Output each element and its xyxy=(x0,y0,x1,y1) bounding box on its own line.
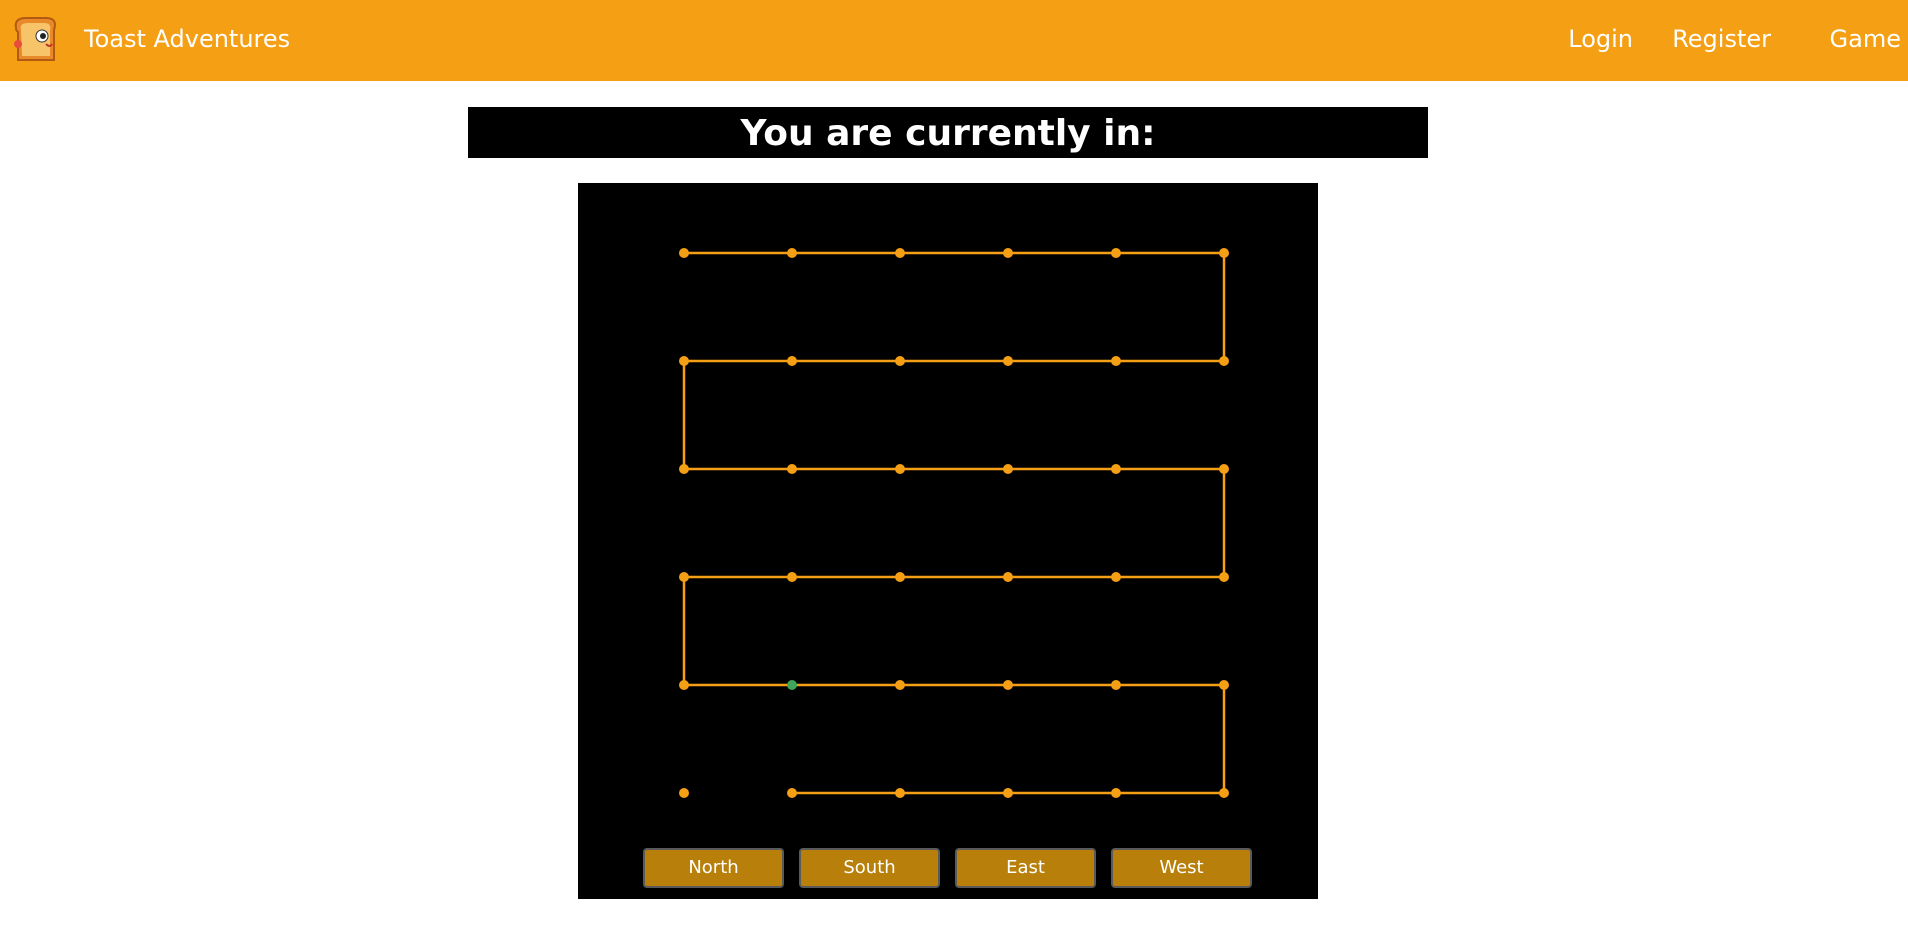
map-node xyxy=(1111,788,1121,798)
map-path xyxy=(682,251,1226,795)
map-node xyxy=(1219,572,1229,582)
map-node xyxy=(1003,680,1013,690)
map-node xyxy=(1003,788,1013,798)
map-node xyxy=(1111,464,1121,474)
south-button[interactable]: South xyxy=(799,848,940,888)
map-node xyxy=(895,788,905,798)
north-button[interactable]: North xyxy=(643,848,784,888)
map-node xyxy=(895,248,905,258)
map-node xyxy=(1219,680,1229,690)
map-node xyxy=(1003,356,1013,366)
game-map xyxy=(679,248,1229,798)
nav-login-link[interactable]: Login xyxy=(1568,23,1633,55)
direction-controls: North South East West xyxy=(643,848,1253,888)
map-node xyxy=(895,356,905,366)
map-node xyxy=(787,572,797,582)
map-node xyxy=(679,248,689,258)
navbar: Toast Adventures Login Register Game xyxy=(0,0,1908,81)
game-panel: North South East West xyxy=(578,183,1318,899)
map-node xyxy=(679,572,689,582)
map-node xyxy=(787,248,797,258)
map-node xyxy=(679,680,689,690)
map-node xyxy=(1111,356,1121,366)
map-node xyxy=(1219,248,1229,258)
map-node xyxy=(895,464,905,474)
map-node xyxy=(895,680,905,690)
map-node xyxy=(1003,248,1013,258)
nav-links: Login Register Game xyxy=(1208,23,1908,55)
west-button[interactable]: West xyxy=(1111,848,1252,888)
map-node xyxy=(1111,572,1121,582)
map-node xyxy=(1003,464,1013,474)
map-node xyxy=(895,572,905,582)
map-node xyxy=(1219,356,1229,366)
nav-game-link[interactable]: Game xyxy=(1830,23,1901,55)
map-node xyxy=(679,788,689,798)
map-node xyxy=(1219,464,1229,474)
map-node xyxy=(1111,248,1121,258)
map-node xyxy=(679,464,689,474)
map-node xyxy=(1219,788,1229,798)
location-heading: You are currently in: xyxy=(468,107,1428,158)
map-node xyxy=(787,464,797,474)
east-button[interactable]: East xyxy=(955,848,1096,888)
current-location-node xyxy=(787,680,797,690)
brand-link[interactable]: Toast Adventures xyxy=(84,23,290,55)
map-node xyxy=(1111,680,1121,690)
toast-logo-icon[interactable] xyxy=(10,14,60,64)
map-node xyxy=(787,788,797,798)
map-node xyxy=(1003,572,1013,582)
nav-register-link[interactable]: Register xyxy=(1672,23,1771,55)
map-node xyxy=(679,356,689,366)
map-node xyxy=(787,356,797,366)
